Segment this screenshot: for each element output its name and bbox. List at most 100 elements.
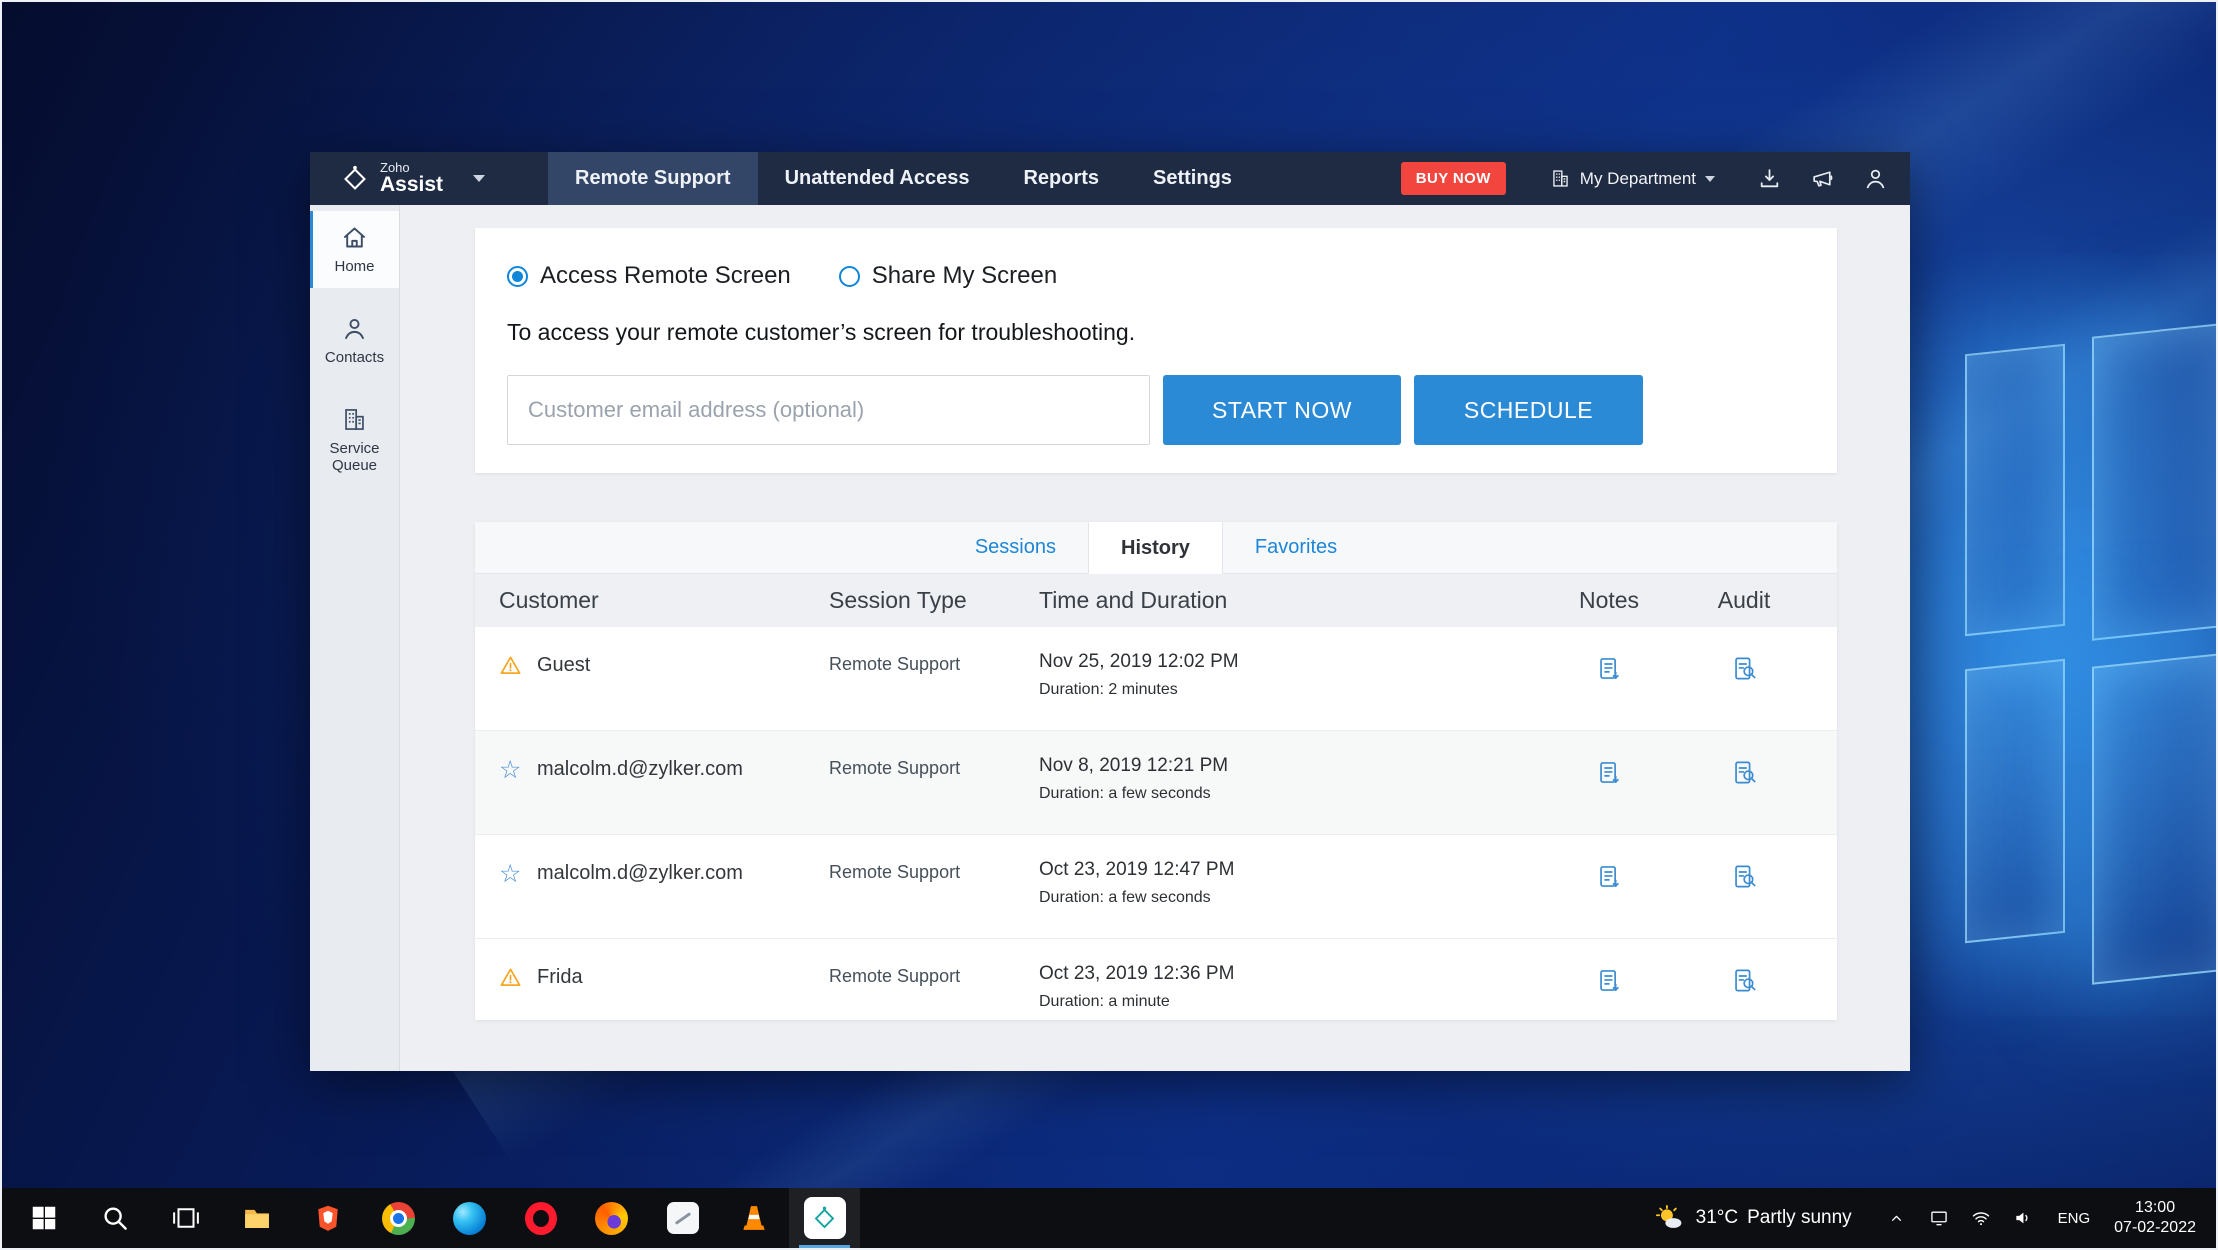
audit-icon[interactable] bbox=[1731, 967, 1758, 994]
column-audit: Audit bbox=[1669, 587, 1819, 614]
notes-icon[interactable] bbox=[1596, 759, 1623, 786]
tray-volume[interactable] bbox=[2002, 1188, 2044, 1248]
column-customer: Customer bbox=[499, 587, 829, 614]
buy-now-button[interactable]: BUY NOW bbox=[1401, 162, 1506, 195]
wifi-icon bbox=[1971, 1208, 1991, 1228]
start-button[interactable] bbox=[8, 1188, 79, 1248]
customer-email-input[interactable] bbox=[507, 375, 1150, 445]
chevron-down-icon[interactable] bbox=[473, 175, 485, 182]
zoho-assist-taskbar-button[interactable] bbox=[789, 1188, 860, 1248]
user-profile-icon[interactable] bbox=[1863, 166, 1888, 191]
taskbar-clock[interactable]: 13:00 07-02-2022 bbox=[2104, 1198, 2216, 1238]
table-row[interactable]: Guest Remote Support Nov 25, 2019 12:02 … bbox=[475, 627, 1837, 731]
sidebar-item-service-queue[interactable]: Service Queue bbox=[310, 393, 399, 487]
radio-unselected-icon[interactable] bbox=[839, 266, 860, 287]
table-row[interactable]: Frida Remote Support Oct 23, 2019 12:36 … bbox=[475, 939, 1837, 1020]
audit-icon[interactable] bbox=[1731, 863, 1758, 890]
firefox-browser-button[interactable] bbox=[576, 1188, 647, 1248]
screen-mode-radios: Access Remote Screen Share My Screen bbox=[507, 262, 1805, 290]
table-row[interactable]: ☆ malcolm.d@zylker.com Remote Support No… bbox=[475, 731, 1837, 835]
zoho-assist-app-icon bbox=[804, 1197, 846, 1239]
clock-date: 07-02-2022 bbox=[2114, 1218, 2196, 1238]
table-row[interactable]: ☆ malcolm.d@zylker.com Remote Support Oc… bbox=[475, 835, 1837, 939]
favorite-star-icon[interactable]: ☆ bbox=[499, 862, 522, 885]
main-content: Access Remote Screen Share My Screen To … bbox=[400, 205, 1910, 1071]
taskbar-search-button[interactable] bbox=[79, 1188, 150, 1248]
zoho-assist-logo-icon bbox=[340, 164, 370, 194]
weather-condition: Partly sunny bbox=[1747, 1207, 1852, 1228]
customer-name: Frida bbox=[537, 966, 583, 989]
monitor-icon bbox=[1929, 1208, 1949, 1228]
session-duration: Duration: 2 minutes bbox=[1039, 681, 1549, 699]
chrome-browser-button[interactable] bbox=[363, 1188, 434, 1248]
language-indicator[interactable]: ENG bbox=[2044, 1210, 2105, 1227]
column-notes: Notes bbox=[1549, 587, 1669, 614]
session-time: Oct 23, 2019 12:47 PM bbox=[1039, 859, 1549, 881]
session-type: Remote Support bbox=[829, 758, 1039, 779]
schedule-button[interactable]: SCHEDULE bbox=[1414, 375, 1643, 445]
chrome-icon bbox=[382, 1202, 415, 1235]
windows-start-icon bbox=[29, 1203, 59, 1233]
session-start-row: START NOW SCHEDULE bbox=[507, 375, 1805, 445]
chevron-up-icon bbox=[1888, 1210, 1905, 1227]
tab-remote-support[interactable]: Remote Support bbox=[548, 152, 758, 205]
tab-favorites[interactable]: Favorites bbox=[1223, 522, 1369, 573]
task-view-icon bbox=[171, 1203, 201, 1233]
session-time: Nov 25, 2019 12:02 PM bbox=[1039, 651, 1549, 673]
favorite-star-icon[interactable]: ☆ bbox=[499, 758, 522, 781]
tray-network[interactable] bbox=[1960, 1188, 2002, 1248]
edge-icon bbox=[453, 1202, 486, 1235]
download-icon[interactable] bbox=[1757, 166, 1782, 191]
sidebar-label-contacts: Contacts bbox=[325, 349, 384, 366]
brave-icon bbox=[313, 1203, 343, 1233]
tab-reports[interactable]: Reports bbox=[996, 152, 1126, 205]
volume-icon bbox=[2013, 1208, 2033, 1228]
brave-browser-button[interactable] bbox=[292, 1188, 363, 1248]
announcement-icon[interactable] bbox=[1810, 166, 1835, 191]
tab-sessions[interactable]: Sessions bbox=[943, 522, 1088, 573]
service-queue-icon bbox=[341, 406, 368, 433]
opera-icon bbox=[525, 1202, 557, 1235]
session-type: Remote Support bbox=[829, 654, 1039, 675]
weather-widget[interactable]: 31°CPartly sunny bbox=[1644, 1203, 1862, 1234]
session-duration: Duration: a few seconds bbox=[1039, 785, 1549, 803]
opera-browser-button[interactable] bbox=[505, 1188, 576, 1248]
warning-icon bbox=[499, 654, 522, 677]
tray-expand-button[interactable] bbox=[1876, 1188, 1918, 1248]
navbar-right: BUY NOW My Department bbox=[1401, 152, 1910, 205]
notes-app-button[interactable] bbox=[647, 1188, 718, 1248]
app-logo[interactable]: Zoho Assist bbox=[310, 152, 548, 205]
table-header: Customer Session Type Time and Duration … bbox=[475, 574, 1837, 627]
edge-browser-button[interactable] bbox=[434, 1188, 505, 1248]
nav-tabs: Remote Support Unattended Access Reports… bbox=[548, 152, 1259, 205]
file-explorer-button[interactable] bbox=[221, 1188, 292, 1248]
folder-icon bbox=[242, 1203, 272, 1233]
radio-label: Share My Screen bbox=[872, 262, 1057, 290]
radio-access-remote-screen[interactable]: Access Remote Screen bbox=[507, 262, 791, 290]
tab-settings[interactable]: Settings bbox=[1126, 152, 1259, 205]
panel-description: To access your remote customer’s screen … bbox=[507, 319, 1805, 346]
column-session-type: Session Type bbox=[829, 587, 1039, 614]
left-sidebar: Home Contacts Service Queue bbox=[310, 205, 400, 1071]
tab-unattended-access[interactable]: Unattended Access bbox=[758, 152, 997, 205]
start-now-button[interactable]: START NOW bbox=[1163, 375, 1401, 445]
audit-icon[interactable] bbox=[1731, 655, 1758, 682]
radio-share-my-screen[interactable]: Share My Screen bbox=[839, 262, 1057, 290]
vlc-button[interactable] bbox=[718, 1188, 789, 1248]
notes-icon[interactable] bbox=[1596, 655, 1623, 682]
customer-name: malcolm.d@zylker.com bbox=[537, 862, 743, 885]
notes-icon[interactable] bbox=[1596, 863, 1623, 890]
department-selector[interactable]: My Department bbox=[1550, 168, 1715, 189]
task-view-button[interactable] bbox=[150, 1188, 221, 1248]
sidebar-item-home[interactable]: Home bbox=[310, 211, 399, 288]
audit-icon[interactable] bbox=[1731, 759, 1758, 786]
partly-sunny-icon bbox=[1654, 1203, 1685, 1234]
clock-time: 13:00 bbox=[2114, 1198, 2196, 1218]
history-tab-bar: Sessions History Favorites bbox=[475, 522, 1837, 574]
tab-history[interactable]: History bbox=[1088, 522, 1223, 574]
notes-icon[interactable] bbox=[1596, 967, 1623, 994]
radio-selected-icon[interactable] bbox=[507, 266, 528, 287]
sidebar-item-contacts[interactable]: Contacts bbox=[310, 302, 399, 379]
tray-pc-status[interactable] bbox=[1918, 1188, 1960, 1248]
session-type: Remote Support bbox=[829, 862, 1039, 883]
